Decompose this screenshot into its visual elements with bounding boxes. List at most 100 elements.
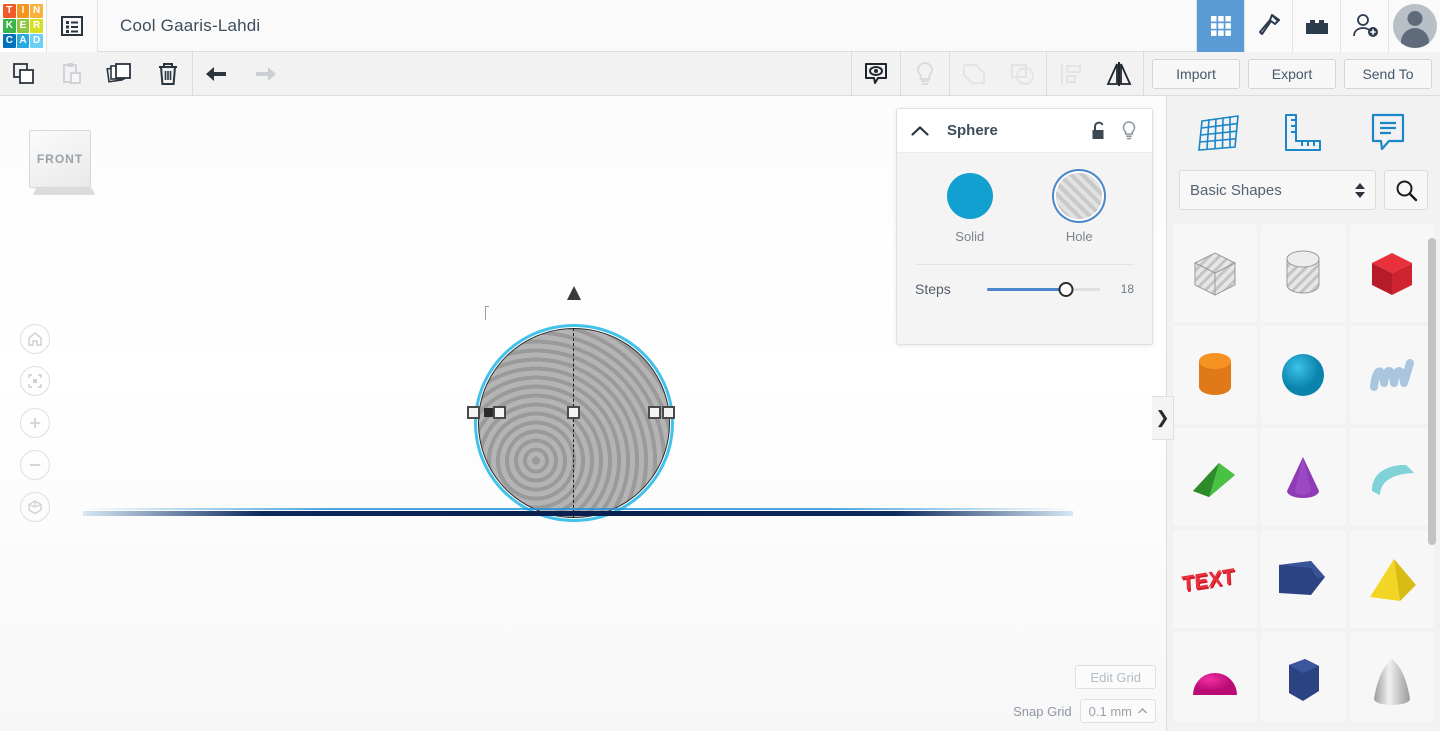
blocks-codeblocks-icon[interactable] xyxy=(1292,0,1340,52)
hammer-tinker-icon[interactable] xyxy=(1244,0,1292,52)
shape-text-red[interactable]: TEXT TEXT xyxy=(1173,530,1258,628)
export-button[interactable]: Export xyxy=(1248,58,1336,89)
copy-icon[interactable] xyxy=(0,52,48,96)
steps-slider-knob[interactable] xyxy=(1058,282,1074,297)
shapes-panel-scrollbar[interactable] xyxy=(1428,238,1436,545)
snap-grid-dropdown[interactable]: 0.1 mm xyxy=(1079,699,1156,723)
resize-handle-left-dark[interactable] xyxy=(484,408,493,417)
resize-handle-right-inner[interactable] xyxy=(648,406,661,419)
shape-box-red[interactable] xyxy=(1349,224,1434,322)
hole-swatch[interactable] xyxy=(1056,173,1103,219)
send-to-button[interactable]: Send To xyxy=(1344,58,1432,89)
shapes-panel-tools xyxy=(1167,96,1440,170)
import-button[interactable]: Import xyxy=(1152,58,1240,89)
workplane-glow xyxy=(83,508,1073,510)
logo-cell-i-1: I xyxy=(16,3,30,18)
height-arrow-handle[interactable] xyxy=(567,286,581,300)
view-cube-face-label[interactable]: FRONT xyxy=(29,130,91,188)
ungroup-icon[interactable] xyxy=(998,52,1046,96)
logo-cell-n-2: N xyxy=(30,3,43,18)
shape-cone-purple[interactable] xyxy=(1261,428,1346,526)
action-buttons: Import Export Send To xyxy=(1144,58,1440,89)
perspective-toggle-button[interactable] xyxy=(20,492,50,522)
logo-cell-a-7: A xyxy=(16,33,30,48)
unlock-icon[interactable] xyxy=(1090,121,1108,141)
shapes-panel: Basic Shapes TEXT TEXT xyxy=(1166,96,1440,731)
view-cube[interactable]: FRONT xyxy=(29,130,95,196)
header-right-icons xyxy=(1196,0,1440,52)
steps-value: 18 xyxy=(1120,282,1134,296)
resize-handle-right-outer[interactable] xyxy=(662,406,675,419)
logo-grid: TINKERCAD xyxy=(2,3,44,49)
shape-search-button[interactable] xyxy=(1384,170,1428,210)
delete-trash-icon[interactable] xyxy=(144,52,192,96)
duplicate-icon[interactable] xyxy=(96,52,144,96)
grid-view-icon[interactable] xyxy=(1196,0,1244,52)
fit-to-view-button[interactable] xyxy=(20,366,50,396)
shape-wedge-green[interactable] xyxy=(1173,428,1258,526)
snap-grid-row: Snap Grid 0.1 mm xyxy=(1013,699,1156,723)
steps-control: Steps 18 xyxy=(915,265,1134,297)
user-avatar[interactable] xyxy=(1388,0,1440,52)
shape-halfsphere-magenta[interactable] xyxy=(1173,632,1258,721)
panel-collapse-tab[interactable]: ❯ xyxy=(1152,396,1174,440)
edit-grid-button[interactable]: Edit Grid xyxy=(1075,665,1156,689)
avatar-image xyxy=(1392,3,1437,48)
shape-roof-teal[interactable] xyxy=(1349,428,1434,526)
shape-polygon-navy[interactable] xyxy=(1261,632,1346,721)
snap-grid-label: Snap Grid xyxy=(1013,703,1072,719)
shape-sphere-blue[interactable] xyxy=(1261,326,1346,424)
solid-option[interactable]: Solid xyxy=(946,173,993,244)
selected-sphere-object[interactable] xyxy=(474,324,674,522)
shape-scribble[interactable] xyxy=(1349,326,1434,424)
undo-icon[interactable] xyxy=(193,52,241,96)
ruler-icon[interactable] xyxy=(1275,109,1331,157)
shape-pyramid-yellow[interactable] xyxy=(1349,530,1434,628)
solid-swatch[interactable] xyxy=(946,173,993,219)
resize-handle-center[interactable] xyxy=(567,406,580,419)
main-menu-button[interactable] xyxy=(46,0,98,52)
workplane-icon[interactable] xyxy=(1191,109,1247,157)
logo-cell-t-0: T xyxy=(3,3,16,18)
paste-icon[interactable] xyxy=(48,52,96,96)
logo-cell-e-4: E xyxy=(16,18,30,33)
shape-inspector-panel: Sphere Solid Hole Steps 18 xyxy=(896,108,1153,345)
zoom-in-button[interactable] xyxy=(20,408,50,438)
shapes-category-row: Basic Shapes xyxy=(1167,170,1440,224)
logo-cell-c-6: C xyxy=(3,33,16,48)
align-icon[interactable] xyxy=(1047,52,1095,96)
hole-option[interactable]: Hole xyxy=(1056,173,1103,244)
note-eye-icon[interactable] xyxy=(852,52,900,96)
view-cube-base xyxy=(33,188,95,195)
lightbulb-icon[interactable] xyxy=(901,52,949,96)
resize-handle-left-outer[interactable] xyxy=(467,406,480,419)
shape-box-hole[interactable] xyxy=(1173,224,1258,322)
logo-cell-k-3: K xyxy=(3,18,16,33)
zoom-out-button[interactable] xyxy=(20,450,50,480)
mirror-icon[interactable] xyxy=(1095,52,1143,96)
shape-arrow-navy[interactable] xyxy=(1261,530,1346,628)
lightbulb-icon[interactable] xyxy=(1120,120,1138,142)
resize-handle-left-inner[interactable] xyxy=(493,406,506,419)
svg-text:TEXT: TEXT xyxy=(1181,565,1235,596)
group-icon[interactable] xyxy=(950,52,998,96)
document-title[interactable]: Cool Gaaris-Lahdi xyxy=(120,16,260,36)
shape-paraboloid-grey[interactable] xyxy=(1349,632,1434,721)
shape-cylinder-orange[interactable] xyxy=(1173,326,1258,424)
redo-icon[interactable] xyxy=(241,52,289,96)
inspector-title: Sphere xyxy=(947,122,998,139)
shape-category-dropdown[interactable]: Basic Shapes xyxy=(1179,170,1376,210)
steps-slider[interactable] xyxy=(987,281,1100,297)
hamburger-list-icon xyxy=(60,14,84,38)
tinkercad-logo[interactable]: TINKERCAD xyxy=(0,0,46,52)
add-person-icon[interactable] xyxy=(1340,0,1388,52)
shape-cylinder-hole[interactable] xyxy=(1261,224,1346,322)
inspector-header: Sphere xyxy=(897,109,1152,153)
inspector-body: Solid Hole Steps 18 xyxy=(897,153,1152,297)
measurement-tick xyxy=(485,306,489,320)
note-icon[interactable] xyxy=(1360,109,1416,157)
chevron-up-icon[interactable] xyxy=(911,125,929,137)
edit-toolbar: Import Export Send To xyxy=(0,51,1440,96)
home-view-button[interactable] xyxy=(20,324,50,354)
app-header: TINKERCAD Cool Gaaris-Lahdi xyxy=(0,0,1440,52)
